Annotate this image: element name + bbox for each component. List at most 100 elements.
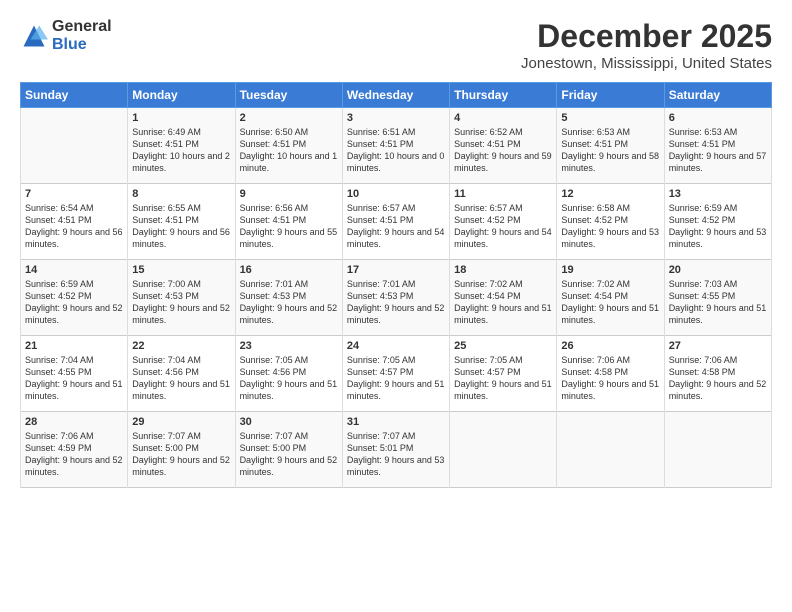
day-number: 6 (669, 112, 767, 124)
location: Jonestown, Mississippi, United States (521, 55, 772, 72)
day-number: 15 (132, 264, 230, 276)
calendar-cell: 26Sunrise: 7:06 AMSunset: 4:58 PMDayligh… (557, 336, 664, 412)
day-number: 10 (347, 188, 445, 200)
calendar-header: Sunday Monday Tuesday Wednesday Thursday… (21, 83, 772, 108)
month-title: December 2025 (521, 18, 772, 55)
cell-content: Sunrise: 6:56 AMSunset: 4:51 PMDaylight:… (240, 202, 338, 251)
cell-content: Sunrise: 6:57 AMSunset: 4:52 PMDaylight:… (454, 202, 552, 251)
day-number: 8 (132, 188, 230, 200)
day-number: 13 (669, 188, 767, 200)
calendar-cell: 17Sunrise: 7:01 AMSunset: 4:53 PMDayligh… (342, 260, 449, 336)
calendar-cell: 25 Sunrise: 7:05 AMSunset: 4:57 PMDayligh… (450, 336, 557, 412)
cell-content: Sunrise: 6:50 AMSunset: 4:51 PMDaylight:… (240, 126, 338, 175)
calendar-cell: 23Sunrise: 7:05 AMSunset: 4:56 PMDayligh… (235, 336, 342, 412)
cell-content: Sunrise: 6:53 AMSunset: 4:51 PMDaylight:… (561, 126, 659, 175)
calendar-cell: 16 Sunrise: 7:01 AMSunset: 4:53 PMDayligh… (235, 260, 342, 336)
day-number: 7 (25, 188, 123, 200)
logo-general: General (52, 18, 112, 36)
calendar-page: General Blue December 2025 Jonestown, Mi… (0, 0, 792, 612)
cell-content: Sunrise: 6:52 AMSunset: 4:51 PMDaylight:… (454, 126, 552, 175)
calendar-cell: 27 Sunrise: 7:06 AMSunset: 4:58 PMDayligh… (664, 336, 771, 412)
calendar-cell: 28 Sunrise: 7:06 AMSunset: 4:59 PMDayligh… (21, 412, 128, 488)
logo-icon (20, 22, 48, 50)
header-wednesday: Wednesday (342, 83, 449, 108)
day-number: 31 (347, 416, 445, 428)
day-number: 11 (454, 188, 552, 200)
day-number: 12 (561, 188, 659, 200)
calendar-cell: 11 Sunrise: 6:57 AMSunset: 4:52 PMDayligh… (450, 184, 557, 260)
calendar-cell: 24Sunrise: 7:05 AMSunset: 4:57 PMDayligh… (342, 336, 449, 412)
header-friday: Friday (557, 83, 664, 108)
cell-content: Sunrise: 7:02 AMSunset: 4:54 PMDaylight:… (454, 278, 552, 327)
day-number: 25 (454, 340, 552, 352)
cell-content: Sunrise: 6:59 AMSunset: 4:52 PMDaylight:… (669, 202, 767, 251)
calendar-cell: 6Sunrise: 6:53 AMSunset: 4:51 PMDaylight… (664, 108, 771, 184)
calendar-cell: 8Sunrise: 6:55 AMSunset: 4:51 PMDaylight… (128, 184, 235, 260)
cell-content: Sunrise: 7:03 AMSunset: 4:55 PMDaylight:… (669, 278, 767, 327)
calendar-cell: 19 Sunrise: 7:02 AMSunset: 4:54 PMDayligh… (557, 260, 664, 336)
calendar-week-3: 21 Sunrise: 7:04 AMSunset: 4:55 PMDayligh… (21, 336, 772, 412)
header-thursday: Thursday (450, 83, 557, 108)
day-number: 2 (240, 112, 338, 124)
day-number: 20 (669, 264, 767, 276)
day-number: 19 (561, 264, 659, 276)
calendar-cell: 31 Sunrise: 7:07 AMSunset: 5:01 PMDayligh… (342, 412, 449, 488)
day-number: 28 (25, 416, 123, 428)
day-number: 27 (669, 340, 767, 352)
cell-content: Sunrise: 6:51 AMSunset: 4:51 PMDaylight:… (347, 126, 445, 175)
day-number: 14 (25, 264, 123, 276)
cell-content: Sunrise: 7:07 AMSunset: 5:00 PMDaylight:… (240, 430, 338, 479)
day-number: 22 (132, 340, 230, 352)
day-number: 5 (561, 112, 659, 124)
calendar-cell: 9 Sunrise: 6:56 AMSunset: 4:51 PMDaylight… (235, 184, 342, 260)
calendar-week-0: 1 Sunrise: 6:49 AMSunset: 4:51 PMDaylight… (21, 108, 772, 184)
cell-content: Sunrise: 7:05 AMSunset: 4:57 PMDaylight:… (454, 354, 552, 403)
calendar-cell: 4 Sunrise: 6:52 AMSunset: 4:51 PMDaylight… (450, 108, 557, 184)
header-row: Sunday Monday Tuesday Wednesday Thursday… (21, 83, 772, 108)
cell-content: Sunrise: 7:07 AMSunset: 5:01 PMDaylight:… (347, 430, 445, 479)
day-number: 9 (240, 188, 338, 200)
calendar-cell (664, 412, 771, 488)
calendar-week-2: 14Sunrise: 6:59 AMSunset: 4:52 PMDayligh… (21, 260, 772, 336)
day-number: 4 (454, 112, 552, 124)
day-number: 18 (454, 264, 552, 276)
cell-content: Sunrise: 7:07 AMSunset: 5:00 PMDaylight:… (132, 430, 230, 479)
calendar-cell: 7Sunrise: 6:54 AMSunset: 4:51 PMDaylight… (21, 184, 128, 260)
calendar-cell: 12 Sunrise: 6:58 AMSunset: 4:52 PMDayligh… (557, 184, 664, 260)
header: General Blue December 2025 Jonestown, Mi… (20, 18, 772, 72)
calendar-week-4: 28 Sunrise: 7:06 AMSunset: 4:59 PMDayligh… (21, 412, 772, 488)
calendar-cell: 15 Sunrise: 7:00 AMSunset: 4:53 PMDayligh… (128, 260, 235, 336)
calendar-cell: 29Sunrise: 7:07 AMSunset: 5:00 PMDayligh… (128, 412, 235, 488)
calendar-cell: 2 Sunrise: 6:50 AMSunset: 4:51 PMDaylight… (235, 108, 342, 184)
title-block: December 2025 Jonestown, Mississippi, Un… (521, 18, 772, 72)
day-number: 16 (240, 264, 338, 276)
calendar-cell: 3 Sunrise: 6:51 AMSunset: 4:51 PMDaylight… (342, 108, 449, 184)
calendar-week-1: 7Sunrise: 6:54 AMSunset: 4:51 PMDaylight… (21, 184, 772, 260)
cell-content: Sunrise: 6:58 AMSunset: 4:52 PMDaylight:… (561, 202, 659, 251)
header-saturday: Saturday (664, 83, 771, 108)
day-number: 3 (347, 112, 445, 124)
cell-content: Sunrise: 7:00 AMSunset: 4:53 PMDaylight:… (132, 278, 230, 327)
logo: General Blue (20, 18, 112, 53)
calendar-cell (21, 108, 128, 184)
cell-content: Sunrise: 6:49 AMSunset: 4:51 PMDaylight:… (132, 126, 230, 175)
cell-content: Sunrise: 7:06 AMSunset: 4:59 PMDaylight:… (25, 430, 123, 479)
logo-text: General Blue (52, 18, 112, 53)
day-number: 24 (347, 340, 445, 352)
cell-content: Sunrise: 7:01 AMSunset: 4:53 PMDaylight:… (240, 278, 338, 327)
cell-content: Sunrise: 7:05 AMSunset: 4:56 PMDaylight:… (240, 354, 338, 403)
calendar-cell: 13 Sunrise: 6:59 AMSunset: 4:52 PMDayligh… (664, 184, 771, 260)
cell-content: Sunrise: 7:06 AMSunset: 4:58 PMDaylight:… (669, 354, 767, 403)
calendar-table: Sunday Monday Tuesday Wednesday Thursday… (20, 82, 772, 488)
day-number: 17 (347, 264, 445, 276)
calendar-body: 1 Sunrise: 6:49 AMSunset: 4:51 PMDaylight… (21, 108, 772, 488)
day-number: 21 (25, 340, 123, 352)
calendar-cell: 5 Sunrise: 6:53 AMSunset: 4:51 PMDaylight… (557, 108, 664, 184)
calendar-cell: 14Sunrise: 6:59 AMSunset: 4:52 PMDayligh… (21, 260, 128, 336)
cell-content: Sunrise: 7:04 AMSunset: 4:56 PMDaylight:… (132, 354, 230, 403)
cell-content: Sunrise: 7:02 AMSunset: 4:54 PMDaylight:… (561, 278, 659, 327)
cell-content: Sunrise: 7:04 AMSunset: 4:55 PMDaylight:… (25, 354, 123, 403)
cell-content: Sunrise: 7:06 AMSunset: 4:58 PMDaylight:… (561, 354, 659, 403)
day-number: 1 (132, 112, 230, 124)
calendar-cell: 20 Sunrise: 7:03 AMSunset: 4:55 PMDayligh… (664, 260, 771, 336)
